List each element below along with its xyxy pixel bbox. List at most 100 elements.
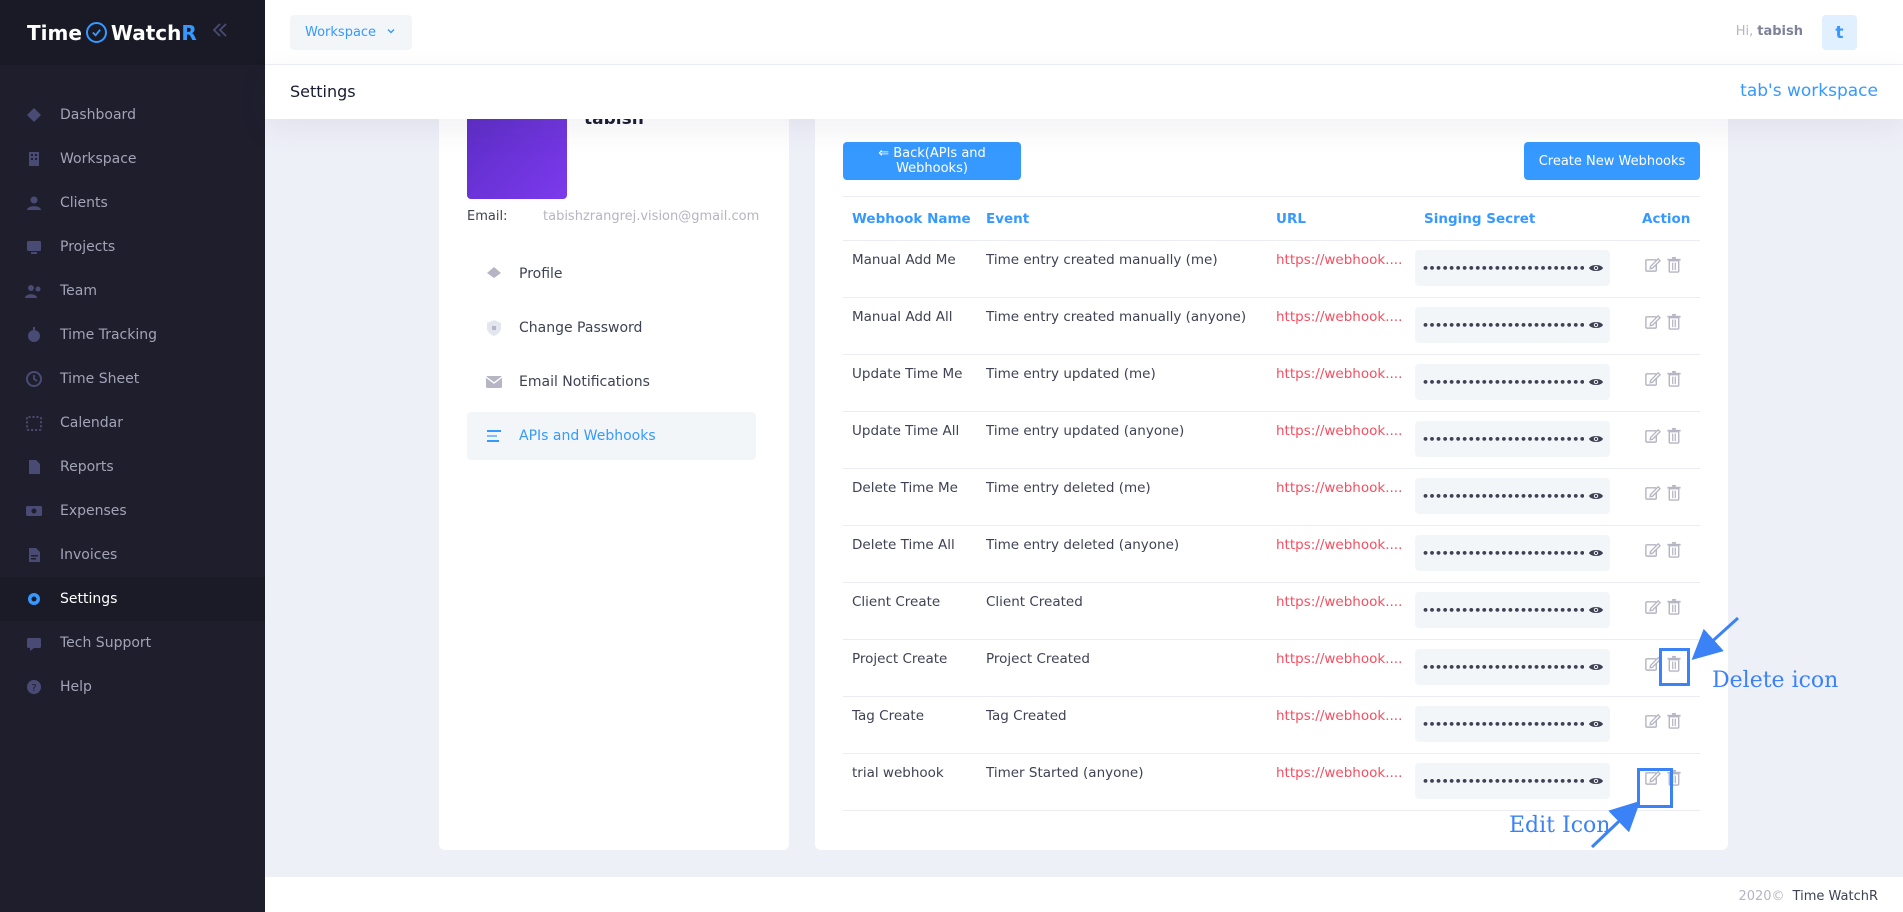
- sidebar-item-projects[interactable]: Projects: [0, 225, 265, 269]
- edit-icon[interactable]: [1643, 255, 1661, 273]
- column-header: Action: [1633, 196, 1700, 241]
- sidebar-item-workspace[interactable]: Workspace: [0, 137, 265, 181]
- eye-icon[interactable]: [1588, 602, 1604, 618]
- sidebar-item-label: Expenses: [60, 503, 127, 519]
- sidebar-item-invoices[interactable]: Invoices: [0, 533, 265, 577]
- eye-icon[interactable]: [1588, 374, 1604, 390]
- sidebar-item-settings[interactable]: Settings: [0, 577, 265, 621]
- webhook-url[interactable]: https://webhook....: [1267, 297, 1415, 355]
- sidebar-item-reports[interactable]: Reports: [0, 445, 265, 489]
- webhook-url[interactable]: https://webhook....: [1267, 468, 1415, 526]
- eye-icon[interactable]: [1588, 260, 1604, 276]
- delete-icon[interactable]: [1665, 483, 1683, 501]
- sidebar-item-calendar[interactable]: Calendar: [0, 401, 265, 445]
- profile-card: tabish Email: tabishzrangrej.vision@gmai…: [439, 119, 789, 850]
- workspace-name[interactable]: tab's workspace: [1740, 81, 1878, 101]
- edit-icon[interactable]: [1643, 426, 1661, 444]
- webhook-name: trial webhook: [843, 753, 977, 811]
- signing-secret-field: ••••••••••••••••••••••••••••••••••••••: [1415, 763, 1610, 799]
- webhook-name: Update Time Me: [843, 354, 977, 412]
- edit-icon[interactable]: [1643, 597, 1661, 615]
- svg-text:?: ?: [31, 683, 36, 694]
- table-row: Delete Time Me Time entry deleted (me) htt…: [843, 468, 1700, 526]
- eye-icon[interactable]: [1588, 488, 1604, 504]
- user-greeting: Hi, tabish: [1736, 24, 1803, 39]
- webhook-url[interactable]: https://webhook....: [1267, 639, 1415, 697]
- webhook-name: Manual Add Me: [843, 240, 977, 298]
- eye-icon[interactable]: [1588, 659, 1604, 675]
- webhook-url[interactable]: https://webhook....: [1267, 240, 1415, 298]
- webhook-url[interactable]: https://webhook....: [1267, 411, 1415, 469]
- sidebar-item-expenses[interactable]: Expenses: [0, 489, 265, 533]
- webhook-url[interactable]: https://webhook....: [1267, 354, 1415, 412]
- delete-icon[interactable]: [1665, 597, 1683, 615]
- delete-icon[interactable]: [1665, 255, 1683, 273]
- sidebar-item-label: Tech Support: [60, 635, 152, 651]
- webhook-url[interactable]: https://webhook....: [1267, 582, 1415, 640]
- delete-icon[interactable]: [1665, 711, 1683, 729]
- menu-item-email-notifications[interactable]: Email Notifications: [467, 358, 756, 406]
- eye-icon[interactable]: [1588, 773, 1604, 789]
- list-icon: [485, 427, 503, 445]
- delete-icon[interactable]: [1665, 540, 1683, 558]
- brand-logo[interactable]: Time WatchR: [27, 21, 197, 45]
- sidebar-item-time-tracking[interactable]: Time Tracking: [0, 313, 265, 357]
- back-button[interactable]: ⇐ Back(APIs and Webhooks): [843, 142, 1021, 180]
- sidebar-item-dashboard[interactable]: Dashboard: [0, 93, 265, 137]
- top-header: Workspace Hi, tabish t: [265, 0, 1903, 65]
- greeting-text: Hi,: [1735, 24, 1754, 39]
- delete-icon[interactable]: [1665, 312, 1683, 330]
- webhook-event: Time entry updated (anyone): [977, 411, 1267, 469]
- column-header: Event: [977, 196, 1267, 241]
- webhook-url[interactable]: https://webhook....: [1267, 753, 1415, 811]
- create-webhook-button[interactable]: Create New Webhooks: [1524, 142, 1700, 180]
- menu-item-apis-and-webhooks[interactable]: APIs and Webhooks: [467, 412, 756, 460]
- webhook-name: Update Time All: [843, 411, 977, 469]
- sidebar-item-help[interactable]: ? Help: [0, 665, 265, 709]
- edit-icon[interactable]: [1643, 483, 1661, 501]
- sidebar-item-label: Settings: [60, 591, 118, 607]
- avatar[interactable]: t: [1822, 15, 1857, 50]
- row-actions: [1643, 426, 1701, 444]
- menu-item-profile[interactable]: Profile: [467, 250, 756, 298]
- sidebar-item-label: Projects: [60, 239, 116, 255]
- edit-icon[interactable]: [1643, 711, 1661, 729]
- delete-icon[interactable]: [1665, 369, 1683, 387]
- sidebar-item-label: Calendar: [60, 415, 123, 431]
- eye-icon[interactable]: [1588, 545, 1604, 561]
- user-icon: [25, 194, 43, 212]
- delete-icon[interactable]: [1665, 426, 1683, 444]
- sidebar-item-time-sheet[interactable]: Time Sheet: [0, 357, 265, 401]
- webhook-name: Manual Add All: [843, 297, 977, 355]
- row-actions: [1643, 312, 1701, 330]
- webhook-event: Time entry deleted (anyone): [977, 525, 1267, 583]
- edit-icon[interactable]: [1643, 540, 1661, 558]
- edit-icon[interactable]: [1643, 312, 1661, 330]
- menu-item-change-password[interactable]: Change Password: [467, 304, 756, 352]
- webhook-url[interactable]: https://webhook....: [1267, 696, 1415, 754]
- workspace-dropdown-label: Workspace: [305, 25, 377, 40]
- column-header: Singing Secret: [1415, 196, 1633, 241]
- signing-secret-field: ••••••••••••••••••••••••••••••••••••••: [1415, 535, 1610, 571]
- menu-item-label: APIs and Webhooks: [519, 428, 656, 444]
- webhooks-card: ⇐ Back(APIs and Webhooks) Create New Web…: [815, 119, 1728, 850]
- sidebar-item-tech-support[interactable]: Tech Support: [0, 621, 265, 665]
- secret-mask: ••••••••••••••••••••••••••••••••••••••: [1422, 603, 1584, 617]
- eye-icon[interactable]: [1588, 317, 1604, 333]
- menu-item-label: Profile: [519, 266, 563, 282]
- column-header: Webhook Name: [843, 196, 977, 241]
- workspace-dropdown[interactable]: Workspace: [290, 15, 412, 50]
- edit-icon[interactable]: [1643, 369, 1661, 387]
- mail-icon: [485, 373, 503, 391]
- stopwatch-icon: [25, 326, 43, 344]
- users-icon: [25, 282, 43, 300]
- webhook-url[interactable]: https://webhook....: [1267, 525, 1415, 583]
- sidebar-item-team[interactable]: Team: [0, 269, 265, 313]
- secret-mask: ••••••••••••••••••••••••••••••••••••••: [1422, 546, 1584, 560]
- eye-icon[interactable]: [1588, 716, 1604, 732]
- sidebar-item-clients[interactable]: Clients: [0, 181, 265, 225]
- eye-icon[interactable]: [1588, 431, 1604, 447]
- footer-brand[interactable]: Time WatchR: [1793, 889, 1878, 904]
- signing-secret-field: ••••••••••••••••••••••••••••••••••••••: [1415, 250, 1610, 286]
- collapse-sidebar-icon[interactable]: [210, 20, 230, 46]
